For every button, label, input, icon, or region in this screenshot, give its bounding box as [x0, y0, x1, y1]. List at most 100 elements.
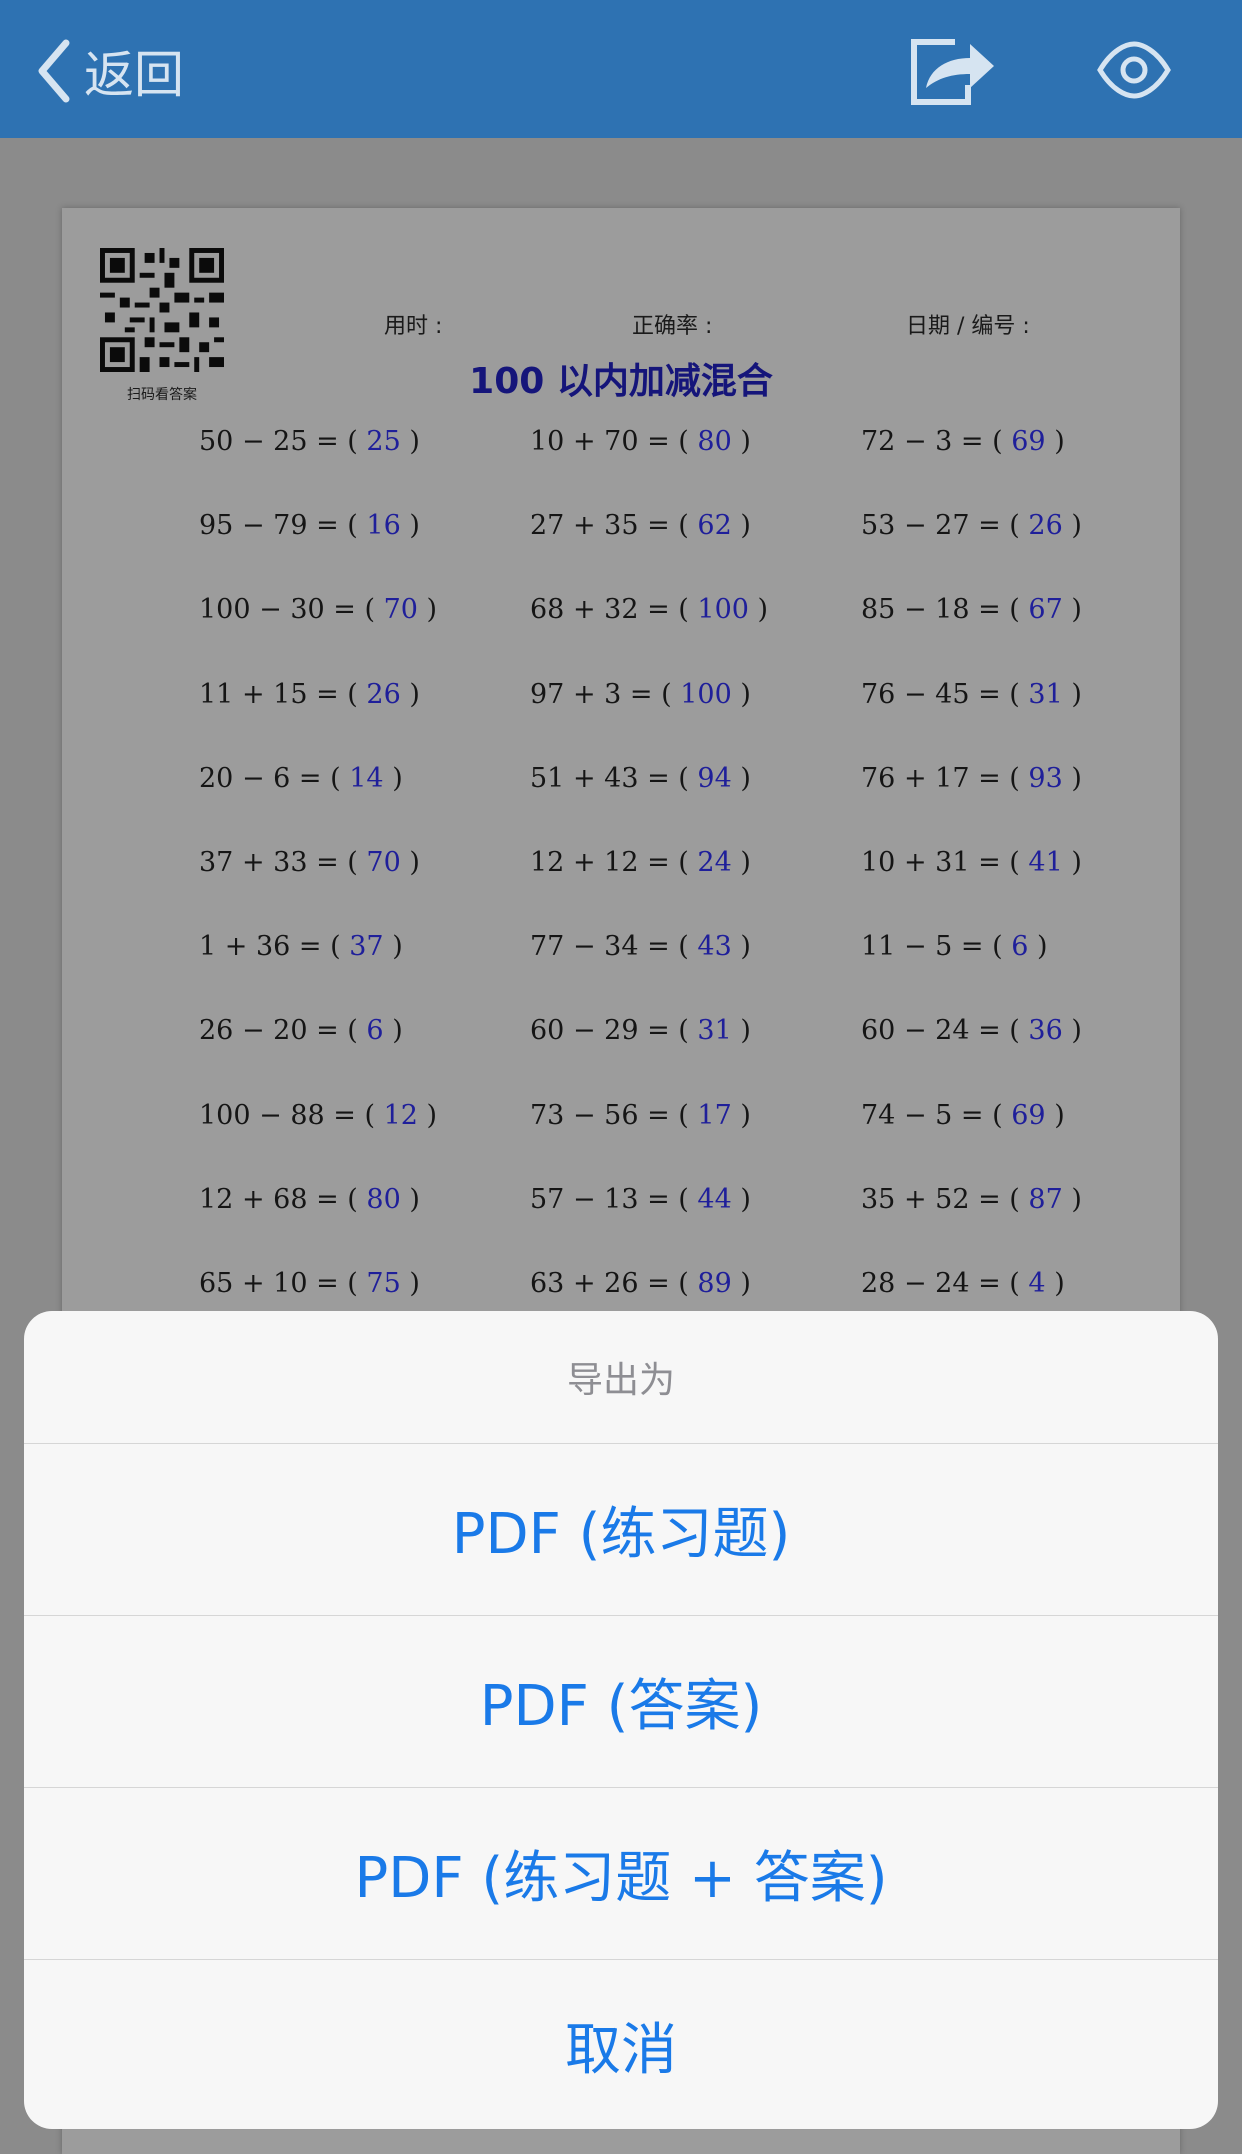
- problem-close-paren: ): [1062, 847, 1082, 878]
- problem-item: 63 + 26 = ( 89 ): [530, 1268, 751, 1299]
- problem-item: 74 − 5 = ( 69 ): [861, 1100, 1065, 1131]
- problem-item: 27 + 35 = ( 62 ): [530, 510, 751, 541]
- problem-answer: 4: [1028, 1268, 1046, 1299]
- problem-question: 60 − 24 = (: [861, 1015, 1020, 1046]
- problem-question: 77 − 34 = (: [530, 931, 689, 962]
- problem-item: 65 + 10 = ( 75 ): [199, 1268, 420, 1299]
- problem-close-paren: ): [1062, 594, 1082, 625]
- problem-question: 26 − 20 = (: [199, 1015, 358, 1046]
- problem-question: 20 − 6 = (: [199, 763, 341, 794]
- problem-item: 11 + 15 = ( 26 ): [199, 679, 420, 710]
- problem-question: 1 + 36 = (: [199, 931, 341, 962]
- problem-answer: 67: [1028, 594, 1063, 625]
- problem-answer: 6: [366, 1015, 384, 1046]
- problem-close-paren: ): [1045, 426, 1065, 457]
- problem-question: 97 + 3 = (: [530, 679, 672, 710]
- problem-close-paren: ): [1062, 1184, 1082, 1215]
- problem-close-paren: ): [731, 1015, 751, 1046]
- problem-question: 12 + 12 = (: [530, 847, 689, 878]
- problem-item: 100 − 30 = ( 70 ): [199, 594, 437, 625]
- problem-item: 68 + 32 = ( 100 ): [530, 594, 768, 625]
- problem-item: 28 − 24 = ( 4 ): [861, 1268, 1065, 1299]
- problem-item: 51 + 43 = ( 94 ): [530, 763, 751, 794]
- export-pdf-exercises-and-answers-button[interactable]: PDF (练习题 + 答案): [24, 1788, 1218, 1960]
- problem-item: 60 − 24 = ( 36 ): [861, 1015, 1082, 1046]
- problem-close-paren: ): [731, 931, 751, 962]
- time-label: 用时 :: [384, 314, 443, 339]
- problem-close-paren: ): [731, 1184, 751, 1215]
- problem-answer: 26: [366, 679, 401, 710]
- problem-item: 60 − 29 = ( 31 ): [530, 1015, 751, 1046]
- problem-close-paren: ): [731, 763, 751, 794]
- date-label: 日期 / 编号 :: [906, 314, 1030, 339]
- problem-close-paren: ): [383, 1015, 403, 1046]
- problem-question: 10 + 70 = (: [530, 426, 689, 457]
- problem-question: 76 − 45 = (: [861, 679, 1020, 710]
- eye-icon[interactable]: [1096, 40, 1172, 100]
- export-pdf-answers-button[interactable]: PDF (答案): [24, 1616, 1218, 1788]
- problem-answer: 31: [1028, 679, 1063, 710]
- problem-close-paren: ): [731, 847, 751, 878]
- problem-question: 63 + 26 = (: [530, 1268, 689, 1299]
- problem-close-paren: ): [731, 426, 751, 457]
- problem-answer: 70: [366, 847, 401, 878]
- problem-close-paren: ): [383, 931, 403, 962]
- problem-close-paren: ): [731, 510, 751, 541]
- problem-answer: 62: [697, 510, 732, 541]
- back-button[interactable]: 返回: [34, 36, 184, 106]
- problem-close-paren: ): [417, 1100, 438, 1131]
- back-label: 返回: [84, 46, 184, 104]
- problem-item: 72 − 3 = ( 69 ): [861, 426, 1065, 457]
- problem-item: 10 + 70 = ( 80 ): [530, 426, 751, 457]
- problem-close-paren: ): [1028, 931, 1048, 962]
- problem-close-paren: ): [417, 594, 438, 625]
- problem-item: 97 + 3 = ( 100 ): [530, 679, 751, 710]
- problem-answer: 44: [697, 1184, 732, 1215]
- problem-answer: 87: [1028, 1184, 1063, 1215]
- problem-close-paren: ): [1062, 763, 1082, 794]
- cancel-button[interactable]: 取消: [24, 1960, 1218, 2129]
- problem-question: 100 − 30 = (: [199, 594, 376, 625]
- problem-question: 10 + 31 = (: [861, 847, 1020, 878]
- problem-close-paren: ): [731, 679, 751, 710]
- problem-item: 1 + 36 = ( 37 ): [199, 931, 403, 962]
- problem-close-paren: ): [748, 594, 769, 625]
- problem-question: 74 − 5 = (: [861, 1100, 1003, 1131]
- problem-question: 100 − 88 = (: [199, 1100, 376, 1131]
- problem-item: 76 + 17 = ( 93 ): [861, 763, 1082, 794]
- problem-question: 85 − 18 = (: [861, 594, 1020, 625]
- problem-answer: 37: [349, 931, 384, 962]
- problem-item: 26 − 20 = ( 6 ): [199, 1015, 403, 1046]
- export-action-sheet: 导出为 PDF (练习题) PDF (答案) PDF (练习题 + 答案) 取消: [24, 1311, 1218, 2129]
- problem-answer: 100: [697, 594, 749, 625]
- problem-item: 85 − 18 = ( 67 ): [861, 594, 1082, 625]
- problem-close-paren: ): [1045, 1268, 1065, 1299]
- problem-answer: 100: [680, 679, 732, 710]
- problem-question: 76 + 17 = (: [861, 763, 1020, 794]
- worksheet-title: 100 以内加减混合: [469, 361, 773, 402]
- problem-close-paren: ): [400, 847, 420, 878]
- problem-question: 12 + 68 = (: [199, 1184, 358, 1215]
- problem-answer: 80: [697, 426, 732, 457]
- problem-question: 11 + 15 = (: [199, 679, 358, 710]
- navigation-bar: 返回: [0, 0, 1242, 138]
- problem-question: 53 − 27 = (: [861, 510, 1020, 541]
- problem-question: 60 − 29 = (: [530, 1015, 689, 1046]
- problem-answer: 75: [366, 1268, 401, 1299]
- problem-question: 68 + 32 = (: [530, 594, 689, 625]
- problem-item: 53 − 27 = ( 26 ): [861, 510, 1082, 541]
- problem-question: 72 − 3 = (: [861, 426, 1003, 457]
- problem-answer: 93: [1028, 763, 1063, 794]
- problem-answer: 69: [1011, 1100, 1046, 1131]
- problem-answer: 26: [1028, 510, 1063, 541]
- share-icon[interactable]: [908, 32, 998, 108]
- export-pdf-exercises-button[interactable]: PDF (练习题): [24, 1444, 1218, 1616]
- problem-answer: 43: [697, 931, 732, 962]
- problem-answer: 36: [1028, 1015, 1063, 1046]
- problem-close-paren: ): [400, 1268, 420, 1299]
- problem-close-paren: ): [1062, 1015, 1082, 1046]
- problem-answer: 70: [383, 594, 418, 625]
- problem-item: 20 − 6 = ( 14 ): [199, 763, 403, 794]
- problem-item: 35 + 52 = ( 87 ): [861, 1184, 1082, 1215]
- problem-answer: 69: [1011, 426, 1046, 457]
